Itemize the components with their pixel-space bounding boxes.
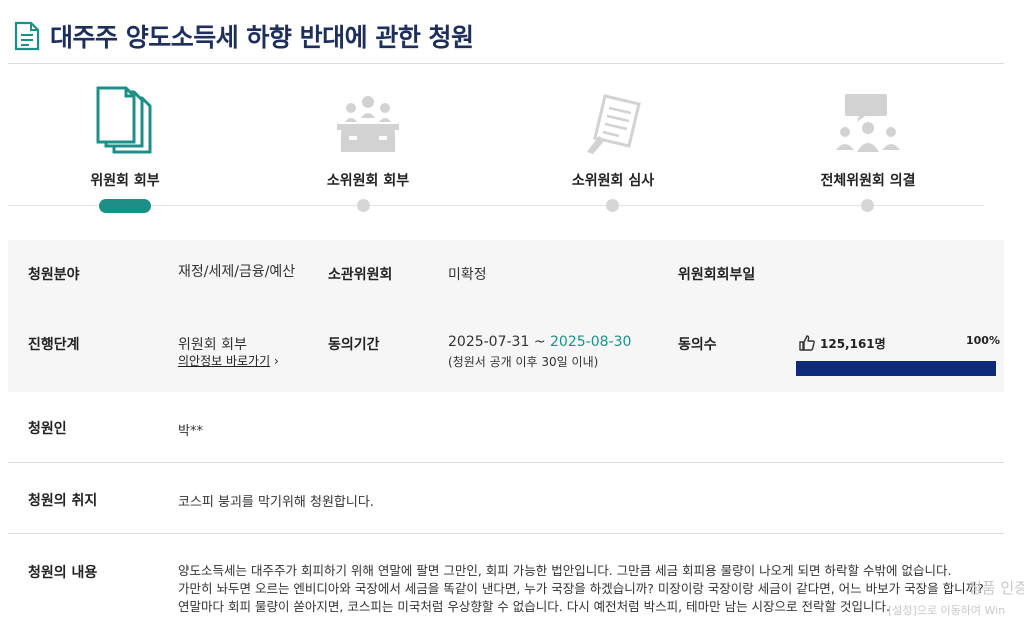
step-label: 소위원회 심사: [571, 173, 655, 189]
agree-label: 동의수: [678, 337, 717, 353]
page-title: 대주주 양도소득세 하향 반대에 관한 청원: [50, 23, 474, 52]
committee-value: 미확정: [448, 267, 487, 283]
agree-progress-fill: [796, 361, 996, 376]
thumbs-up-icon: [799, 335, 815, 351]
document-icon: [14, 21, 40, 51]
stage-value: 위원회 회부: [178, 337, 247, 353]
period-value: 2025-07-31 ~ 2025-08-30: [448, 334, 631, 350]
chevron-right-icon: ›: [270, 354, 279, 368]
step-label: 소위원회 회부: [326, 173, 410, 189]
content-line: 양도소득세는 대주주가 회피하기 위해 연말에 팔면 그만인, 회피 가능한 법…: [178, 563, 952, 578]
row-divider: [8, 462, 1004, 463]
review-document-icon: [587, 94, 641, 154]
step-indicator: [606, 199, 619, 212]
discussion-icon: [836, 94, 900, 152]
activation-watermark-text: [설정]으로 이동하여 Win: [888, 604, 1006, 617]
agree-count: 125,161명: [820, 336, 886, 351]
step-label: 전체위원회 의결: [820, 173, 916, 189]
agree-count-group: 125,161명: [798, 334, 886, 352]
step-subcommittee-review: 소위원회 심사: [523, 66, 703, 190]
step-subcommittee-referral: 소위원회 회부: [278, 66, 458, 190]
referral-date-label: 위원회회부일: [678, 267, 756, 283]
step-indicator: [357, 199, 370, 212]
documents-icon: [96, 86, 152, 154]
period-label: 동의기간: [328, 337, 380, 353]
field-value: 재정/세제/금융/예산: [178, 264, 296, 280]
activation-watermark-title: 정품 인증: [968, 579, 1024, 597]
agree-percent: 100%: [966, 334, 1000, 347]
step-track: [8, 205, 984, 206]
content-line: 연말마다 회피 물량이 쏟아지면, 코스피는 미국처럼 우상향할 수 없습니다.…: [178, 599, 890, 614]
step-indicator-active: [99, 199, 151, 213]
title-divider: [8, 63, 1004, 64]
purpose-label: 청원의 취지: [28, 493, 98, 509]
progress-steps: 위원회 회부 소위원회 회부 소위원회 심사 전체위원회 의결: [0, 66, 1004, 213]
content-line: 가만히 놔두면 오르는 엔비디아와 국장에서 세금을 똑같이 낸다면, 누가 국…: [178, 581, 984, 596]
committee-label: 소관위원회: [328, 267, 393, 283]
step-indicator: [861, 199, 874, 212]
purpose-value: 코스피 붕괴를 막기위해 청원합니다.: [178, 495, 374, 510]
agree-progress-bar: [796, 361, 996, 376]
field-label: 청원분야: [28, 267, 80, 283]
content-body: 양도소득세는 대주주가 회피하기 위해 연말에 팔면 그만인, 회피 가능한 법…: [178, 562, 984, 616]
bill-info-link[interactable]: 의안정보 바로가기 ›: [178, 352, 279, 369]
step-label: 위원회 회부: [90, 173, 160, 189]
step-committee-referral: 위원회 회부: [35, 66, 215, 190]
step-full-committee-vote: 전체위원회 의결: [778, 66, 958, 190]
meeting-table-icon: [337, 96, 399, 152]
petitioner-value: 박**: [178, 424, 203, 439]
period-separator: ~: [529, 334, 551, 350]
content-label: 청원의 내용: [28, 565, 98, 581]
page-header: 대주주 양도소득세 하향 반대에 관한 청원: [14, 16, 474, 56]
period-start: 2025-07-31: [448, 334, 530, 350]
row-divider: [8, 533, 1004, 534]
stage-label: 진행단계: [28, 337, 80, 353]
petitioner-label: 청원인: [28, 421, 67, 437]
period-end: 2025-08-30: [550, 334, 632, 350]
petition-info-box: 청원분야 재정/세제/금융/예산 소관위원회 미확정 위원회회부일 진행단계 위…: [8, 240, 1004, 392]
bill-info-link-text[interactable]: 의안정보 바로가기: [178, 354, 270, 368]
period-note: (청원서 공개 이후 30일 이내): [448, 355, 599, 369]
